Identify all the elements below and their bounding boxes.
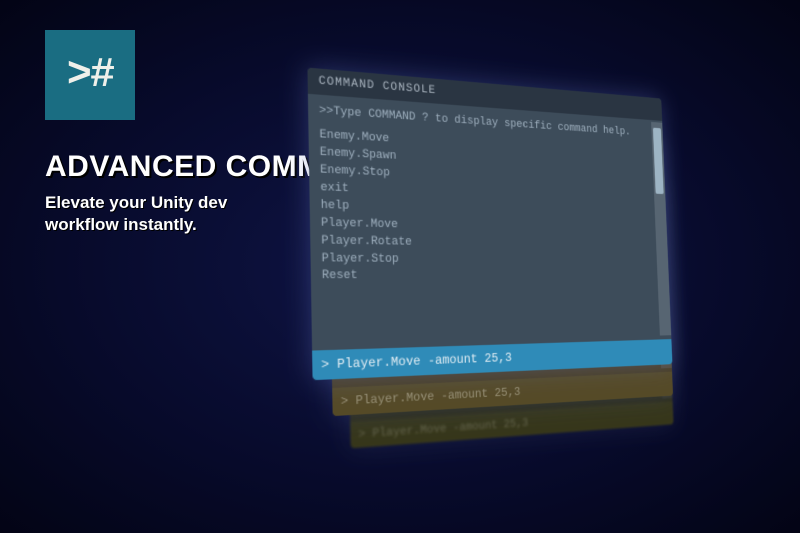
console-stack: COMMAND CONSOLE >>Type COMMAND ? to disp…: [300, 90, 720, 460]
input-prefix: >: [341, 394, 349, 409]
input-prefix: >: [321, 357, 329, 373]
input-prefix: >: [358, 427, 365, 442]
scrollbar-thumb[interactable]: [653, 128, 664, 194]
input-value: Player.Move -amount 25,3: [356, 385, 521, 408]
command-list: Enemy.MoveEnemy.SpawnEnemy.StopexithelpP…: [319, 127, 661, 286]
hero-subtitle: Elevate your Unity dev workflow instantl…: [45, 192, 265, 236]
console-panel-front: COMMAND CONSOLE >>Type COMMAND ? to disp…: [307, 68, 672, 381]
console-body: >>Type COMMAND ? to display specific com…: [308, 94, 671, 328]
logo-symbol: >#: [67, 51, 113, 99]
command-item: Player.Stop: [321, 251, 660, 270]
input-value: Player.Move -amount 25,3: [372, 416, 528, 441]
input-value: Player.Move -amount 25,3: [337, 350, 512, 372]
command-item: Reset: [322, 269, 661, 287]
logo-box: >#: [45, 30, 135, 120]
